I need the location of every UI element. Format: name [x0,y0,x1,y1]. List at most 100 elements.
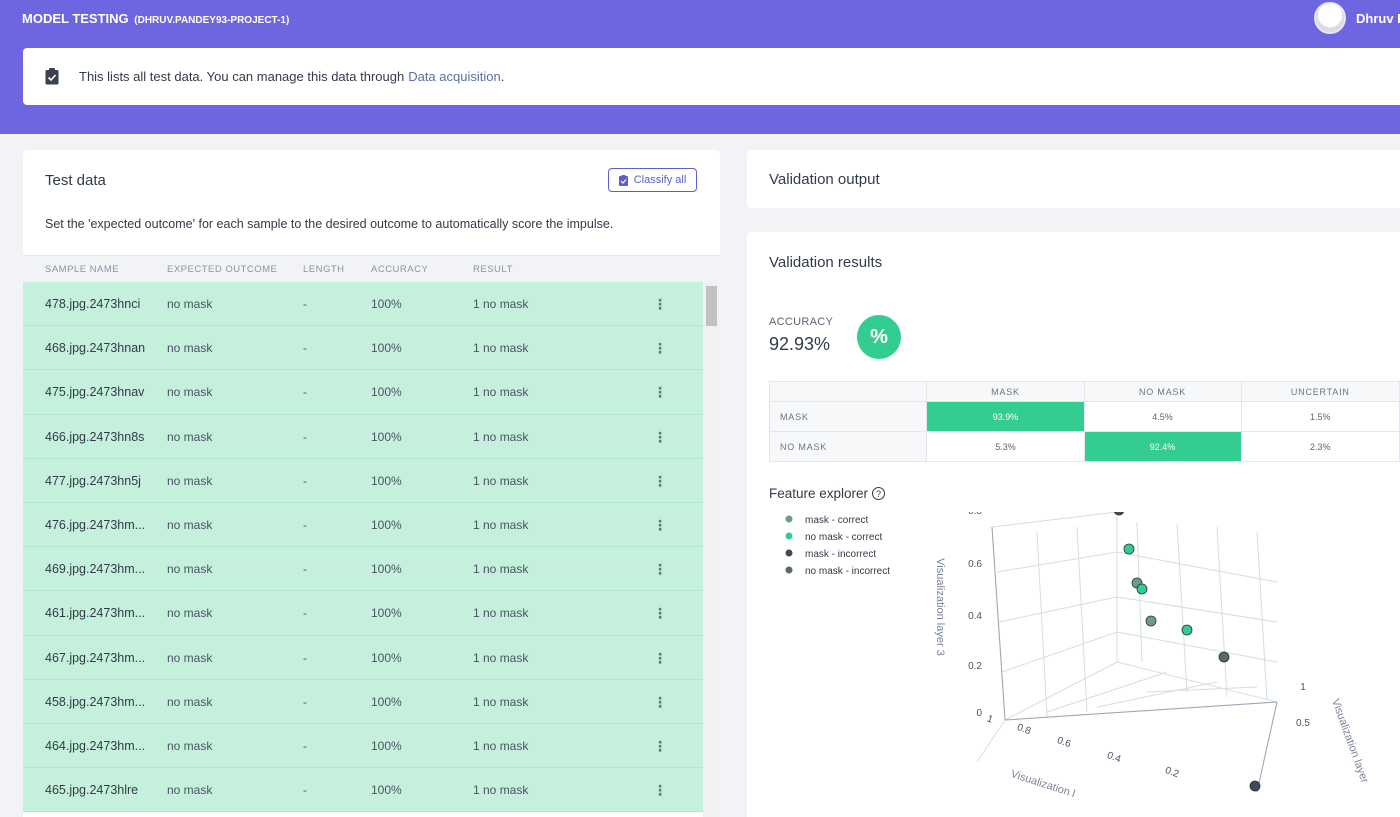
sample-name[interactable]: 478.jpg.2473hnci [45,297,140,311]
feature-explorer-label: Feature explorer [769,486,869,501]
sample-name[interactable]: 458.jpg.2473hm... [45,695,145,709]
more-options-icon[interactable]: ⋮ [653,384,667,400]
column-accuracy[interactable]: ACCURACY [371,264,428,275]
expected-outcome[interactable]: no mask [167,695,212,709]
scatter-point [1113,512,1125,516]
table-row[interactable]: 475.jpg.2473hnav no mask - 100% 1 no mask ⋮ [23,370,703,415]
expected-outcome[interactable]: no mask [167,430,212,444]
test-data-title: Test data [45,172,106,189]
sample-name[interactable]: 461.jpg.2473hm... [45,606,145,620]
more-options-icon[interactable]: ⋮ [653,782,667,798]
z-tick-label: 0 [976,708,982,719]
length: - [303,341,307,356]
scatter-point [1123,543,1135,555]
legend-label: mask - incorrect [805,549,876,560]
avatar[interactable] [1314,2,1346,34]
matrix-row-mask: MASK [768,401,928,432]
scatter-point [1181,624,1193,636]
table-row[interactable]: 464.jpg.2473hm... no mask - 100% 1 no mask ⋮ [23,723,703,769]
table-row[interactable]: 478.jpg.2473hnci no mask - 100% 1 no mask ⋮ [23,282,703,327]
accuracy: 100% [371,473,402,488]
legend-label: no mask - correct [805,532,882,543]
test-data-rows: 478.jpg.2473hnci no mask - 100% 1 no mask ⋮ 46… [23,282,703,813]
data-acquisition-link[interactable]: Data acquisition [408,69,501,84]
z-tick-label: 0.8 [968,512,982,517]
plot-grid-line [1256,531,1268,701]
plot-grid-line [1116,551,1278,583]
table-row[interactable]: 477.jpg.2473hn5j no mask - 100% 1 no mask ⋮ [23,458,703,503]
accuracy-value: 92.93% [769,334,831,354]
table-row[interactable]: 467.jpg.2473hm... no mask - 100% 1 no mask ⋮ [23,635,703,680]
scrollbar-thumb[interactable] [706,286,717,326]
expected-outcome[interactable]: no mask [167,651,212,665]
more-options-icon[interactable]: ⋮ [653,473,667,489]
sample-name[interactable]: 477.jpg.2473hn5j [45,474,141,488]
table-row[interactable]: 461.jpg.2473hm... no mask - 100% 1 no mask ⋮ [23,591,703,636]
more-options-icon[interactable]: ⋮ [653,429,667,445]
feature-explorer-plot[interactable]: mask - correct no mask - correct mask - in… [747,512,1400,817]
expected-outcome[interactable]: no mask [167,385,212,399]
user-name[interactable]: Dhruv P [1356,11,1400,26]
table-row[interactable]: 466.jpg.2473hn8s no mask - 100% 1 no mask ⋮ [23,414,703,459]
plot-grid-line [1146,686,1258,693]
more-options-icon[interactable]: ⋮ [653,650,667,666]
sample-name[interactable]: 475.jpg.2473hnav [45,385,144,399]
more-options-icon[interactable]: ⋮ [653,605,667,621]
column-length[interactable]: LENGTH [303,264,345,275]
column-expected-outcome[interactable]: EXPECTED OUTCOME [167,264,277,275]
user-menu[interactable]: Dhruv P [1314,2,1400,34]
classify-all-button[interactable]: Classify all [608,168,697,192]
table-row[interactable]: 465.jpg.2473hlre no mask - 100% 1 no mask ⋮ [23,768,703,813]
column-result[interactable]: RESULT [473,264,513,275]
feature-explorer-title: Feature explorer ? [769,486,886,501]
accuracy: 100% [371,297,402,311]
validation-output-title[interactable]: Validation output [769,171,880,188]
scatter-point [1218,651,1230,663]
more-options-icon[interactable]: ⋮ [653,694,667,710]
column-sample-name[interactable]: SAMPLE NAME [45,264,119,275]
expected-outcome[interactable]: no mask [167,341,212,355]
matrix-cell: 92.4% [1083,431,1242,462]
plot-grid-line [1004,661,1118,721]
table-row[interactable]: 458.jpg.2473hm... no mask - 100% 1 no mask ⋮ [23,679,703,724]
result: 1 no mask [473,517,529,532]
table-row[interactable]: 476.jpg.2473hm... no mask - 100% 1 no mask ⋮ [23,502,703,548]
sample-name[interactable]: 476.jpg.2473hm... [45,518,145,532]
plot-axis-line [1004,701,1278,721]
plot-grid-line [996,551,1118,573]
x-tick-label: 0.2 [1163,765,1180,780]
expected-outcome[interactable]: no mask [167,606,212,620]
expected-outcome[interactable]: no mask [167,518,212,532]
plot-grid-line [976,719,1006,763]
table-row[interactable]: 469.jpg.2473hm... no mask - 100% 1 no mask ⋮ [23,547,703,592]
table-scrollbar[interactable] [703,282,720,817]
more-options-icon[interactable]: ⋮ [653,561,667,577]
expected-outcome[interactable]: no mask [167,739,212,753]
length: - [303,650,307,665]
sample-name[interactable]: 464.jpg.2473hm... [45,739,145,753]
sample-name[interactable]: 466.jpg.2473hn8s [45,430,144,444]
table-row[interactable]: 468.jpg.2473hnan no mask - 100% 1 no mask ⋮ [23,326,703,371]
length: - [303,738,307,753]
more-options-icon[interactable]: ⋮ [653,517,667,533]
expected-outcome[interactable]: no mask [167,562,212,576]
sample-name[interactable]: 468.jpg.2473hnan [45,341,145,355]
help-icon[interactable]: ? [872,487,886,500]
x-tick-label: 0.4 [1105,750,1122,765]
expected-outcome[interactable]: no mask [167,783,212,797]
matrix-col-uncertain: UNCERTAIN [1240,381,1400,402]
info-banner-suffix: . [500,69,505,84]
matrix-cell: 1.5% [1240,401,1400,432]
x-axis-title: Visualization l [1009,768,1076,800]
more-options-icon[interactable]: ⋮ [653,340,667,356]
sample-name[interactable]: 469.jpg.2473hm... [45,562,145,576]
more-options-icon[interactable]: ⋮ [653,738,667,754]
sample-name[interactable]: 465.jpg.2473hlre [45,783,138,797]
expected-outcome[interactable]: no mask [167,474,212,488]
expected-outcome[interactable]: no mask [167,297,212,311]
validation-output-card[interactable]: Validation output [747,150,1400,208]
accuracy: 100% [371,517,402,532]
sample-name[interactable]: 467.jpg.2473hm... [45,651,145,665]
more-options-icon[interactable]: ⋮ [653,296,667,312]
length: - [303,606,307,621]
